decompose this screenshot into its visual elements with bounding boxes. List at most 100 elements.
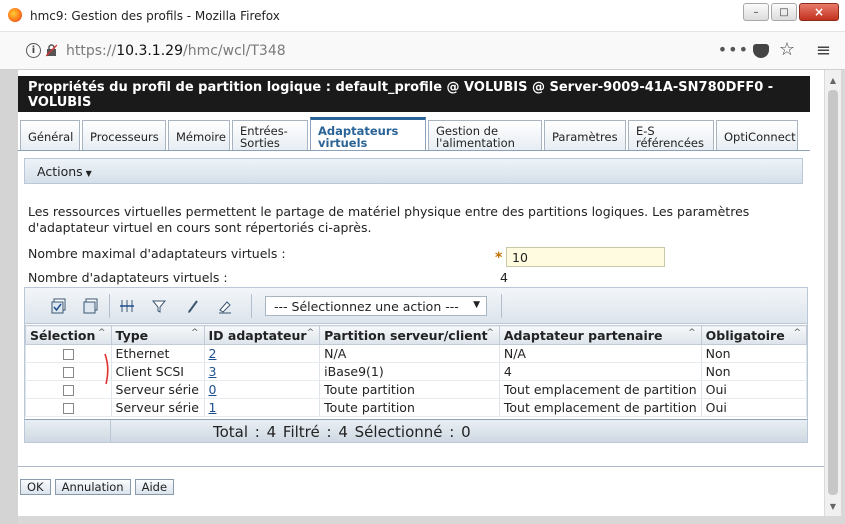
sort-icon[interactable]: ^ (486, 328, 494, 338)
sort-icon[interactable]: ^ (307, 328, 315, 338)
adapter-id-link[interactable]: 2 (209, 346, 217, 361)
cell-required: Oui (700, 398, 808, 417)
table-header-row: Sélection ^ Type ^ ID adaptateur ^ Partitio… (25, 325, 808, 345)
cell-required: Non (700, 362, 808, 381)
toolbar-separator (251, 294, 252, 318)
tab-processeurs[interactable]: Processeurs (82, 120, 166, 150)
tab-memoire[interactable]: Mémoire (168, 120, 230, 150)
window-controls: – □ × (743, 3, 839, 21)
column-header-selection[interactable]: Sélection ^ (25, 325, 112, 345)
cell-partner: Tout emplacement de partition (498, 398, 702, 417)
page-actions-icon[interactable]: ••• (718, 40, 749, 59)
row-checkbox[interactable] (62, 349, 74, 360)
column-header-id[interactable]: ID adaptateur ^ (203, 325, 321, 345)
table-summary-bar: Total : 4 Filtré : 4 Sélectionné : 0 (24, 419, 808, 443)
required-marker: * (495, 250, 503, 266)
description-text: Les ressources virtuelles permettent le … (28, 204, 750, 235)
tab-parametres[interactable]: Paramètres (544, 120, 626, 150)
cell-type: Client SCSI (110, 362, 205, 381)
column-header-required[interactable]: Obligatoire ^ (700, 325, 808, 345)
row-select-cell (25, 344, 112, 363)
cell-partition: Toute partition (319, 380, 500, 399)
tab-opticonnect[interactable]: OptiConnect (716, 120, 798, 150)
max-adapters-input[interactable]: 10 (506, 247, 665, 267)
cell-partition: N/A (319, 344, 500, 363)
scroll-up-icon[interactable]: ▲ (825, 72, 841, 88)
bookmark-star-icon[interactable]: ☆ (779, 39, 795, 60)
adapter-id-link[interactable]: 1 (209, 400, 217, 415)
chevron-down-icon: ▼ (85, 169, 92, 178)
cell-id: 2 (203, 344, 321, 363)
tab-entrees-sorties[interactable]: Entrées-Sorties (232, 120, 308, 150)
tab-es-referencees[interactable]: E-S référencées (628, 120, 714, 150)
scroll-thumb[interactable] (828, 90, 838, 495)
minimize-button[interactable]: – (743, 3, 769, 21)
adapter-count-value: 4 (500, 270, 508, 285)
url-scheme: https:// (66, 43, 117, 59)
ok-button[interactable]: OK (20, 479, 51, 495)
left-edge (0, 70, 18, 524)
cancel-button[interactable]: Annulation (54, 479, 131, 495)
url-path: /hmc/wcl/T348 (182, 43, 286, 59)
cell-id: 3 (203, 362, 321, 381)
column-config-icon[interactable] (117, 296, 137, 316)
row-checkbox[interactable] (62, 385, 74, 396)
column-header-type[interactable]: Type ^ (110, 325, 205, 345)
row-select-cell (25, 362, 112, 381)
tab-general[interactable]: Général (20, 120, 80, 150)
column-header-partner[interactable]: Adaptateur partenaire ^ (498, 325, 702, 345)
row-select-cell (25, 380, 112, 399)
table-row: Serveur série 1 Toute partition Tout emp… (25, 398, 808, 417)
window-titlebar: hmc9: Gestion des profils - Mozilla Fire… (0, 0, 845, 32)
chevron-down-icon: ▼ (473, 300, 480, 310)
cell-id: 1 (203, 398, 321, 417)
vertical-scrollbar[interactable]: ▲ ▼ (824, 70, 841, 516)
window-title: hmc9: Gestion des profils - Mozilla Fire… (30, 9, 280, 23)
page-content: Propriétés du profil de partition logiqu… (18, 70, 824, 524)
pocket-icon[interactable] (753, 44, 769, 58)
actions-menu[interactable]: Actions ▼ (24, 158, 803, 184)
info-icon[interactable]: i (26, 43, 41, 58)
cell-required: Oui (700, 380, 808, 399)
sort-icon[interactable]: ^ (191, 328, 199, 338)
sort-icon[interactable]: ^ (688, 328, 696, 338)
cell-type: Serveur série (110, 380, 205, 399)
clear-sort-icon[interactable] (215, 296, 235, 316)
cell-partner: N/A (498, 344, 702, 363)
adapter-id-link[interactable]: 0 (209, 382, 217, 397)
filter-icon[interactable] (149, 296, 169, 316)
cell-partner: Tout emplacement de partition (498, 380, 702, 399)
cell-partition: iBase9(1) (319, 362, 500, 381)
cell-type: Ethernet (110, 344, 205, 363)
cell-required: Non (700, 344, 808, 363)
scroll-down-icon[interactable]: ▼ (825, 498, 841, 514)
toolbar-separator (109, 294, 110, 318)
table-row: Client SCSI 3 iBase9(1) 4 Non (25, 362, 808, 381)
sort-icon[interactable]: ^ (793, 328, 801, 338)
column-header-partition[interactable]: Partition serveur/client ^ (319, 325, 500, 345)
help-button[interactable]: Aide (134, 479, 175, 495)
deselect-all-icon[interactable] (81, 296, 101, 316)
page-title: Propriétés du profil de partition logiqu… (18, 76, 810, 112)
sort-icon[interactable]: ^ (98, 328, 106, 338)
tab-bar: Général Processeurs Mémoire Entrées-Sort… (20, 117, 800, 150)
maximize-button[interactable]: □ (771, 3, 797, 21)
lock-icon[interactable] (46, 44, 57, 57)
edit-sort-icon[interactable] (183, 296, 203, 316)
row-checkbox[interactable] (62, 367, 74, 378)
adapter-id-link[interactable]: 3 (209, 364, 217, 379)
row-checkbox[interactable] (62, 403, 74, 414)
select-all-icon[interactable] (49, 296, 69, 316)
close-button[interactable]: × (799, 3, 839, 21)
cell-type: Serveur série (110, 398, 205, 417)
tab-gestion-alimentation[interactable]: Gestion de l'alimentation (428, 120, 542, 150)
actions-label: Actions (37, 164, 83, 179)
navigation-bar: i https://10.3.1.29/hmc/wcl/T348 ••• ☆ ≡ (0, 32, 845, 70)
action-select[interactable]: --- Sélectionnez une action --- ▼ (265, 296, 487, 316)
table-totals: Total : 4 Filtré : 4 Sélectionné : 0 (213, 423, 471, 441)
action-select-value: --- Sélectionnez une action --- (274, 299, 459, 314)
url-bar[interactable]: https://10.3.1.29/hmc/wcl/T348 (66, 43, 286, 59)
tab-adaptateurs-virtuels[interactable]: Adaptateurs virtuels (310, 117, 426, 150)
adapters-table: Sélection ^ Type ^ ID adaptateur ^ Partitio… (25, 325, 808, 417)
hamburger-menu-icon[interactable]: ≡ (816, 40, 831, 61)
